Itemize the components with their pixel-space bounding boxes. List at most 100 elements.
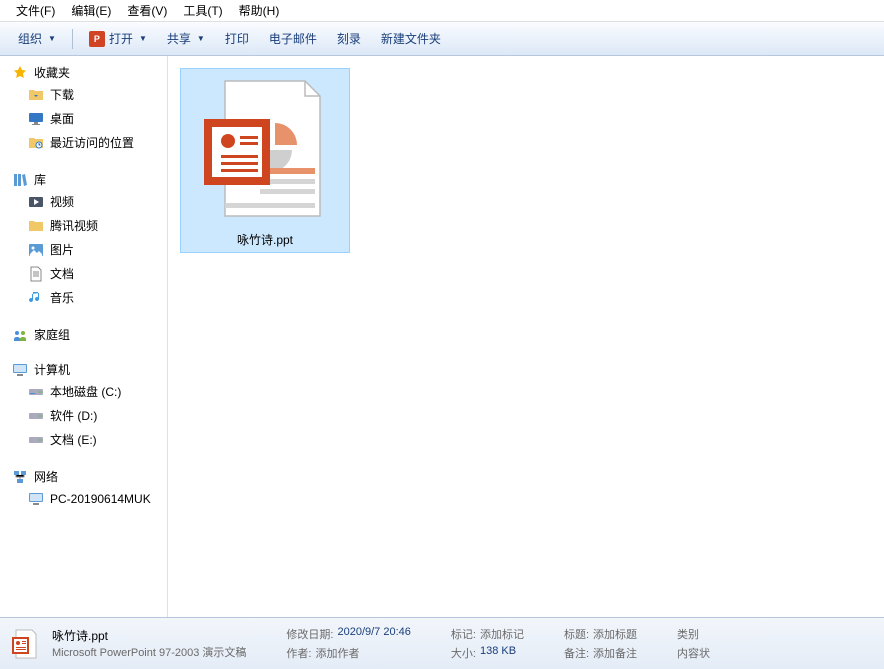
drive-icon [28, 432, 44, 448]
nav-homegroup: 家庭组 [0, 324, 167, 345]
statusbar: 咏竹诗.ppt Microsoft PowerPoint 97-2003 演示文… [0, 617, 884, 669]
status-thumbnail [10, 628, 42, 660]
computer-icon [12, 362, 28, 378]
nav-label: 图片 [50, 240, 74, 260]
nav-label: 音乐 [50, 288, 74, 308]
nav-label: 文档 [50, 264, 74, 284]
nav-favorites-header[interactable]: 收藏夹 [0, 62, 167, 83]
sidebar: 收藏夹 下载 桌面 最近访问的位置 库 视频 [0, 56, 168, 617]
status-notes-label: 备注: [564, 645, 589, 661]
menu-tools[interactable]: 工具(T) [175, 0, 230, 21]
powerpoint-icon: P [89, 31, 105, 47]
share-button[interactable]: 共享 ▼ [159, 27, 213, 50]
video-icon [28, 194, 44, 210]
nav-network-pc[interactable]: PC-20190614MUK [0, 487, 167, 511]
nav-label: 最近访问的位置 [50, 133, 134, 153]
nav-computer-header[interactable]: 计算机 [0, 359, 167, 380]
status-modified-value: 2020/9/7 20:46 [337, 626, 410, 642]
menu-view[interactable]: 查看(V) [119, 0, 175, 21]
nav-label: 网络 [34, 468, 58, 485]
nav-libraries-header[interactable]: 库 [0, 169, 167, 190]
nav-network: 网络 PC-20190614MUK [0, 466, 167, 511]
desktop-icon [28, 111, 44, 127]
menubar: 文件(F) 编辑(E) 查看(V) 工具(T) 帮助(H) [0, 0, 884, 22]
nav-network-header[interactable]: 网络 [0, 466, 167, 487]
folder-icon [28, 218, 44, 234]
status-content-label: 内容状 [677, 645, 710, 661]
network-icon [12, 469, 28, 485]
status-size-label: 大小: [451, 645, 476, 661]
file-item[interactable]: 咏竹诗.ppt [180, 68, 350, 253]
status-size-value: 138 KB [480, 645, 516, 661]
status-author-label: 作者: [286, 645, 311, 661]
status-tags-label: 标记: [451, 626, 476, 642]
toolbar: 组织 ▼ P 打开 ▼ 共享 ▼ 打印 电子邮件 刻录 新建文件夹 [0, 22, 884, 56]
status-info: 咏竹诗.ppt Microsoft PowerPoint 97-2003 演示文… [52, 627, 246, 660]
nav-homegroup-header[interactable]: 家庭组 [0, 324, 167, 345]
homegroup-icon [12, 327, 28, 343]
nav-drive-d[interactable]: 软件 (D:) [0, 404, 167, 428]
newfolder-button[interactable]: 新建文件夹 [373, 27, 449, 50]
recent-icon [28, 135, 44, 151]
organize-button[interactable]: 组织 ▼ [10, 27, 64, 50]
picture-icon [28, 242, 44, 258]
email-button[interactable]: 电子邮件 [261, 27, 325, 50]
chevron-down-icon: ▼ [48, 34, 56, 43]
menu-help[interactable]: 帮助(H) [231, 0, 288, 21]
nav-music[interactable]: 音乐 [0, 286, 167, 310]
menu-file[interactable]: 文件(F) [8, 0, 63, 21]
open-button[interactable]: P 打开 ▼ [81, 27, 155, 50]
star-icon [12, 65, 28, 81]
nav-desktop[interactable]: 桌面 [0, 107, 167, 131]
status-notes-value[interactable]: 添加备注 [593, 645, 637, 661]
nav-tencent-video[interactable]: 腾讯视频 [0, 214, 167, 238]
file-list[interactable]: 咏竹诗.ppt [168, 56, 884, 617]
document-icon [28, 266, 44, 282]
file-name: 咏竹诗.ppt [185, 231, 345, 248]
nav-label: 文档 (E:) [50, 430, 97, 450]
status-fields: 修改日期: 2020/9/7 20:46 作者: 添加作者 标记: 添加标记 大… [286, 626, 710, 661]
nav-pictures[interactable]: 图片 [0, 238, 167, 262]
nav-documents[interactable]: 文档 [0, 262, 167, 286]
chevron-down-icon: ▼ [197, 34, 205, 43]
nav-libraries: 库 视频 腾讯视频 图片 文档 音乐 [0, 169, 167, 310]
status-tags-value[interactable]: 添加标记 [480, 626, 524, 642]
status-filename: 咏竹诗.ppt [52, 627, 246, 644]
nav-computer: 计算机 本地磁盘 (C:) 软件 (D:) 文档 (E:) [0, 359, 167, 452]
music-icon [28, 290, 44, 306]
library-icon [12, 172, 28, 188]
share-label: 共享 [167, 30, 191, 47]
status-author-value[interactable]: 添加作者 [315, 645, 359, 661]
status-category-label: 类别 [677, 626, 699, 642]
nav-drive-c[interactable]: 本地磁盘 (C:) [0, 380, 167, 404]
nav-drive-e[interactable]: 文档 (E:) [0, 428, 167, 452]
menu-edit[interactable]: 编辑(E) [63, 0, 119, 21]
nav-label: PC-20190614MUK [50, 489, 151, 509]
folder-icon [28, 87, 44, 103]
nav-label: 软件 (D:) [50, 406, 97, 426]
chevron-down-icon: ▼ [139, 34, 147, 43]
organize-label: 组织 [18, 30, 42, 47]
status-filetype: Microsoft PowerPoint 97-2003 演示文稿 [52, 644, 246, 660]
nav-label: 收藏夹 [34, 64, 70, 81]
nav-label: 库 [34, 171, 46, 188]
nav-label: 本地磁盘 (C:) [50, 382, 121, 402]
nav-videos[interactable]: 视频 [0, 190, 167, 214]
burn-button[interactable]: 刻录 [329, 27, 369, 50]
nav-recent[interactable]: 最近访问的位置 [0, 131, 167, 155]
nav-downloads[interactable]: 下载 [0, 83, 167, 107]
nav-favorites: 收藏夹 下载 桌面 最近访问的位置 [0, 62, 167, 155]
print-button[interactable]: 打印 [217, 27, 257, 50]
file-thumbnail [190, 73, 340, 223]
status-title-value[interactable]: 添加标题 [593, 626, 637, 642]
main: 收藏夹 下载 桌面 最近访问的位置 库 视频 [0, 56, 884, 617]
computer-icon [28, 491, 44, 507]
drive-icon [28, 408, 44, 424]
drive-icon [28, 384, 44, 400]
nav-label: 桌面 [50, 109, 74, 129]
nav-label: 腾讯视频 [50, 216, 98, 236]
nav-label: 家庭组 [34, 326, 70, 343]
separator [72, 29, 73, 49]
nav-label: 视频 [50, 192, 74, 212]
status-modified-label: 修改日期: [286, 626, 333, 642]
